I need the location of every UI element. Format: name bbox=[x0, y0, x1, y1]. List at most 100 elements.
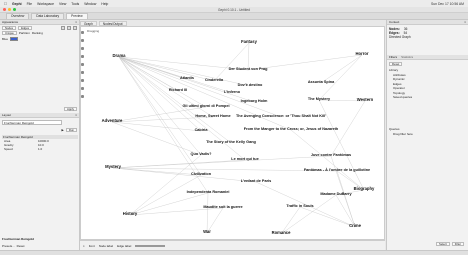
graph-node-genre[interactable]: Western bbox=[357, 97, 374, 102]
menu-view[interactable]: View bbox=[59, 2, 66, 6]
graph-node-genre[interactable]: Fantasy bbox=[241, 39, 257, 44]
queries-drop-hint[interactable]: Drag filter here bbox=[387, 132, 467, 137]
graph-node-genre[interactable]: History bbox=[123, 211, 138, 216]
graph-node-film[interactable]: L'inferno bbox=[224, 90, 241, 94]
brush-icon[interactable] bbox=[81, 71, 84, 74]
appearance-tab-edges[interactable]: Edges bbox=[18, 26, 33, 30]
graph-node-film[interactable]: L'enfant de Paris bbox=[241, 179, 271, 183]
layout-properties: Fruchterman Reingold Area 10000.0 Gravit… bbox=[2, 135, 78, 151]
select-button[interactable]: Select bbox=[436, 242, 450, 246]
graph-node-film[interactable]: Fantômas - À l'ombre de la guillotine bbox=[304, 167, 370, 172]
subtab-nodes-output[interactable]: Nodes/Output bbox=[98, 20, 127, 26]
graph-node-film[interactable]: Juve contre Fantômas bbox=[311, 153, 351, 157]
graph-node-film[interactable]: Civilization bbox=[191, 172, 212, 176]
apple-icon[interactable]:  bbox=[4, 1, 7, 6]
graph-node-film[interactable]: Maudite soit la guerre bbox=[203, 205, 242, 209]
palette-icon[interactable] bbox=[61, 26, 65, 30]
node-label-toggle[interactable]: Node label bbox=[99, 244, 113, 248]
select-tool-icon[interactable] bbox=[81, 31, 84, 34]
graph-node-film[interactable]: Richard III bbox=[169, 88, 187, 92]
graph-node-film[interactable]: Cabiria bbox=[195, 128, 209, 132]
appearance-tab-nodes[interactable]: Nodes bbox=[2, 26, 17, 30]
statistics-tab[interactable]: Statistics bbox=[401, 55, 413, 59]
graph-node-genre[interactable]: Adventure bbox=[102, 118, 123, 123]
color-swatch[interactable] bbox=[10, 37, 19, 41]
graph-canvas[interactable]: Dragging Drama Fantasy Horror Adventure West… bbox=[80, 26, 385, 240]
label-color-icon[interactable] bbox=[73, 26, 77, 30]
menu-window[interactable]: Window bbox=[84, 2, 96, 6]
graph-edge bbox=[118, 56, 251, 87]
rect-select-icon[interactable] bbox=[81, 39, 84, 42]
graph-node-genre[interactable]: War bbox=[203, 229, 211, 234]
graph-node-genre[interactable]: Drama bbox=[112, 53, 126, 58]
apply-button[interactable]: Apply bbox=[64, 107, 77, 111]
tab-preview[interactable]: Preview bbox=[66, 13, 88, 19]
menu-workspace[interactable]: Workspace bbox=[37, 2, 54, 6]
drag-tool-icon[interactable] bbox=[81, 47, 84, 50]
graph-node-genre[interactable]: Romance bbox=[272, 230, 292, 235]
graph-edge bbox=[129, 192, 209, 216]
shortest-path-icon[interactable] bbox=[81, 79, 84, 82]
minimize-window-button[interactable] bbox=[8, 8, 11, 11]
center-icon[interactable]: ⌖ bbox=[83, 244, 85, 248]
graph-node-film[interactable]: Atlantis bbox=[180, 76, 194, 80]
graph-node-film[interactable]: From the Manger to the Cross; or, Jesus … bbox=[244, 127, 339, 131]
graph-node-genre[interactable]: Crime bbox=[349, 223, 362, 228]
close-icon[interactable]: × bbox=[75, 113, 79, 117]
graph-node-genre[interactable]: Horror bbox=[355, 51, 368, 56]
close-icon[interactable]: × bbox=[464, 20, 468, 24]
close-window-button[interactable] bbox=[3, 8, 6, 11]
graph-node-film[interactable]: The Story of the Kelly Gang bbox=[206, 140, 256, 144]
zoom-window-button[interactable] bbox=[13, 8, 16, 11]
mode-partition[interactable]: Partition bbox=[19, 31, 30, 35]
tab-data-laboratory[interactable]: Data Laboratory bbox=[31, 13, 65, 19]
graph-node-film[interactable]: Assunta Spina bbox=[308, 80, 335, 84]
tab-overview[interactable]: Overview bbox=[6, 13, 30, 19]
heat-map-icon[interactable] bbox=[81, 87, 84, 90]
mode-unique[interactable]: Unique bbox=[2, 31, 17, 35]
graph-node-genre[interactable]: Mystery bbox=[105, 164, 121, 169]
presets-button[interactable]: Presets... bbox=[2, 244, 15, 248]
filters-header: Filters Statistics bbox=[387, 55, 468, 60]
run-button[interactable]: Run bbox=[65, 128, 77, 132]
graph-node-genre[interactable]: Biography bbox=[354, 186, 375, 191]
graph-edge bbox=[320, 54, 363, 84]
graph-node-film[interactable]: Madame DuBarry bbox=[320, 192, 352, 196]
layout-footer-title: Fruchterman Reingold bbox=[2, 237, 35, 241]
clock: Sun Dec 17 10:56 AM bbox=[431, 1, 464, 6]
edit-icon[interactable] bbox=[81, 95, 84, 98]
painter-icon[interactable] bbox=[81, 55, 84, 58]
mode-ranking[interactable]: Ranking bbox=[32, 31, 43, 35]
menu-file[interactable]: File bbox=[27, 2, 32, 6]
filters-tab[interactable]: Filters bbox=[389, 55, 397, 59]
menu-help[interactable]: Help bbox=[101, 2, 108, 6]
graph-node-film[interactable]: Home, Sweet Home bbox=[195, 114, 230, 118]
sizer-icon[interactable] bbox=[81, 63, 84, 66]
subtab-graph[interactable]: Graph bbox=[80, 20, 97, 26]
graph-node-film[interactable]: Gli ultimi giorni di Pompei bbox=[182, 104, 229, 108]
menu-tools[interactable]: Tools bbox=[71, 2, 79, 6]
graph-node-film[interactable]: Der Student von Prag bbox=[229, 67, 268, 71]
graph-node-film[interactable]: The Avenging Conscience: or 'Thou Shalt … bbox=[236, 114, 326, 118]
menu-app-name[interactable]: Gephi bbox=[12, 2, 22, 6]
close-icon[interactable]: × bbox=[75, 20, 79, 24]
graph-node-film[interactable]: Traffic in Souls bbox=[286, 204, 313, 208]
graph-node-film[interactable]: The Mystery bbox=[308, 97, 331, 101]
filter-button[interactable]: Filter bbox=[451, 242, 464, 246]
font-label[interactable]: Font bbox=[89, 244, 95, 248]
graph-node-film[interactable]: Cinderella bbox=[205, 78, 224, 82]
library-saved-queries[interactable]: Saved queries bbox=[387, 95, 467, 100]
filter-reset-button[interactable]: Reset bbox=[389, 62, 403, 66]
size-icon[interactable] bbox=[67, 26, 71, 30]
graph-node-film[interactable]: Le mort qui tue bbox=[231, 157, 258, 161]
graph-node-film[interactable]: Ingeborg Holm bbox=[241, 99, 268, 103]
graph-edge bbox=[206, 192, 209, 234]
graph-node-film[interactable]: Independenta Romaniei bbox=[187, 190, 230, 194]
label-size-slider[interactable] bbox=[135, 244, 166, 247]
graph-node-film[interactable]: Quo Vadis? bbox=[191, 152, 213, 156]
reset-button[interactable]: Reset bbox=[17, 244, 25, 248]
layout-select[interactable]: Fruchterman Reingold bbox=[2, 120, 62, 125]
appearance-header: Appearance × bbox=[0, 20, 79, 25]
graph-node-film[interactable]: Dov'è destino bbox=[238, 83, 263, 87]
edge-label-toggle[interactable]: Edge label bbox=[117, 244, 131, 248]
